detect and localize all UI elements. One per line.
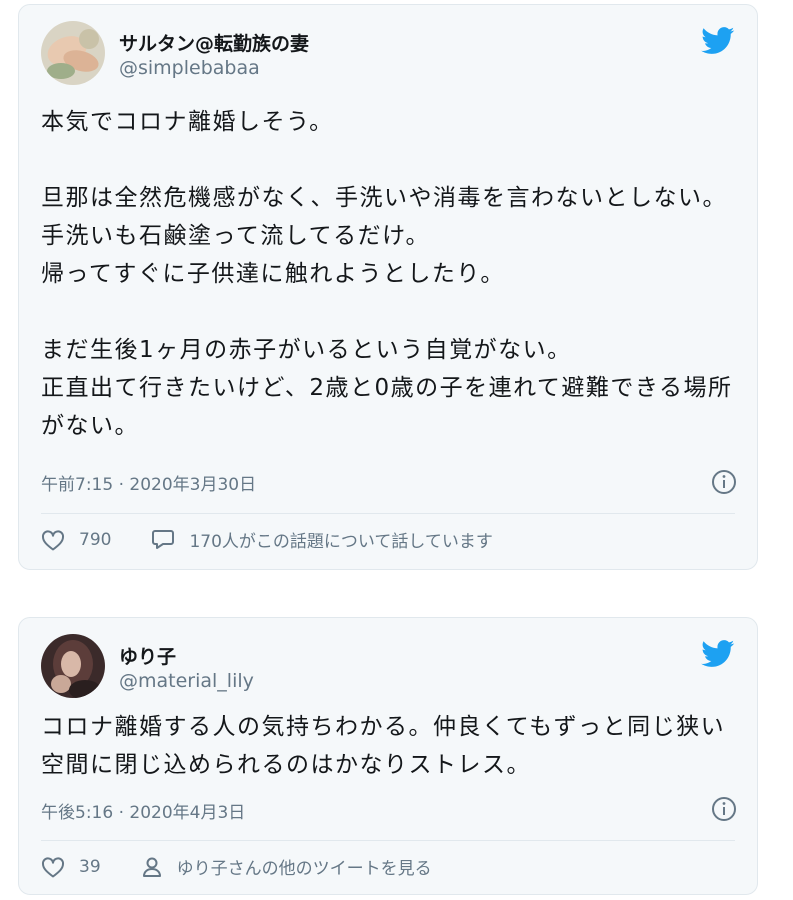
more-tweets-text: ゆり子さんの他のツイートを見る bbox=[176, 859, 432, 879]
display-name[interactable]: サルタン@転勤族の妻 bbox=[119, 29, 309, 56]
tweet-actions: 39 ゆり子さんの他のツイートを見る bbox=[41, 854, 432, 879]
avatar[interactable] bbox=[41, 634, 105, 698]
avatar[interactable] bbox=[41, 21, 105, 85]
tweet-paragraph: コロナ離婚する人の気持ちわかる。仲良くてもずっと同じ狭い空間に閉じ込められるのは… bbox=[41, 714, 726, 778]
info-icon[interactable] bbox=[711, 796, 737, 822]
twitter-bird-icon[interactable] bbox=[701, 640, 735, 668]
tweet-timestamp[interactable]: 午後5:16 · 2020年4月3日 bbox=[41, 798, 245, 823]
twitter-bird-icon[interactable] bbox=[701, 27, 735, 55]
conversation-link[interactable]: 170人がこの話題について話しています bbox=[151, 527, 493, 552]
tweet-paragraph: まだ生後1ヶ月の赤子がいるという自覚がない。 正直出て行きたいけど、2歳と0歳の… bbox=[41, 337, 733, 439]
user-handle[interactable]: @material_lily bbox=[119, 670, 254, 692]
tweet-paragraph bbox=[41, 141, 743, 179]
like-button[interactable]: 790 bbox=[41, 529, 111, 551]
info-icon[interactable] bbox=[711, 469, 737, 495]
tweet-paragraph: 本気でコロナ離婚しそう。 bbox=[41, 109, 334, 135]
divider bbox=[41, 840, 735, 841]
like-count: 39 bbox=[79, 856, 101, 877]
tweet-card[interactable]: サルタン@転勤族の妻 @simplebabaa 本気でコロナ離婚しそう。 旦那は… bbox=[18, 4, 758, 570]
tweet-paragraph bbox=[41, 293, 743, 331]
heart-icon bbox=[41, 529, 65, 550]
person-icon bbox=[142, 857, 161, 877]
like-count: 790 bbox=[79, 529, 112, 550]
tweet-actions: 790 170人がこの話題について話しています bbox=[41, 527, 493, 552]
speech-bubble-icon bbox=[152, 529, 175, 549]
tweet-text: コロナ離婚する人の気持ちわかる。仲良くてもずっと同じ狭い空間に閉じ込められるのは… bbox=[41, 708, 743, 784]
like-button[interactable]: 39 bbox=[41, 856, 101, 878]
more-tweets-link[interactable]: ゆり子さんの他のツイートを見る bbox=[141, 854, 432, 879]
tweet-card[interactable]: ゆり子 @material_lily コロナ離婚する人の気持ちわかる。仲良くても… bbox=[18, 617, 758, 895]
heart-icon bbox=[41, 856, 65, 877]
user-handle[interactable]: @simplebabaa bbox=[119, 57, 260, 79]
tweet-paragraph: 旦那は全然危機感がなく、手洗いや消毒を言わないとしない。 手洗いも石鹸塗って流し… bbox=[41, 185, 727, 287]
divider bbox=[41, 513, 735, 514]
tweet-text: 本気でコロナ離婚しそう。 旦那は全然危機感がなく、手洗いや消毒を言わないとしない… bbox=[41, 103, 743, 445]
conversation-text: 170人がこの話題について話しています bbox=[189, 532, 493, 552]
display-name[interactable]: ゆり子 bbox=[119, 642, 176, 669]
tweet-timestamp[interactable]: 午前7:15 · 2020年3月30日 bbox=[41, 470, 256, 495]
